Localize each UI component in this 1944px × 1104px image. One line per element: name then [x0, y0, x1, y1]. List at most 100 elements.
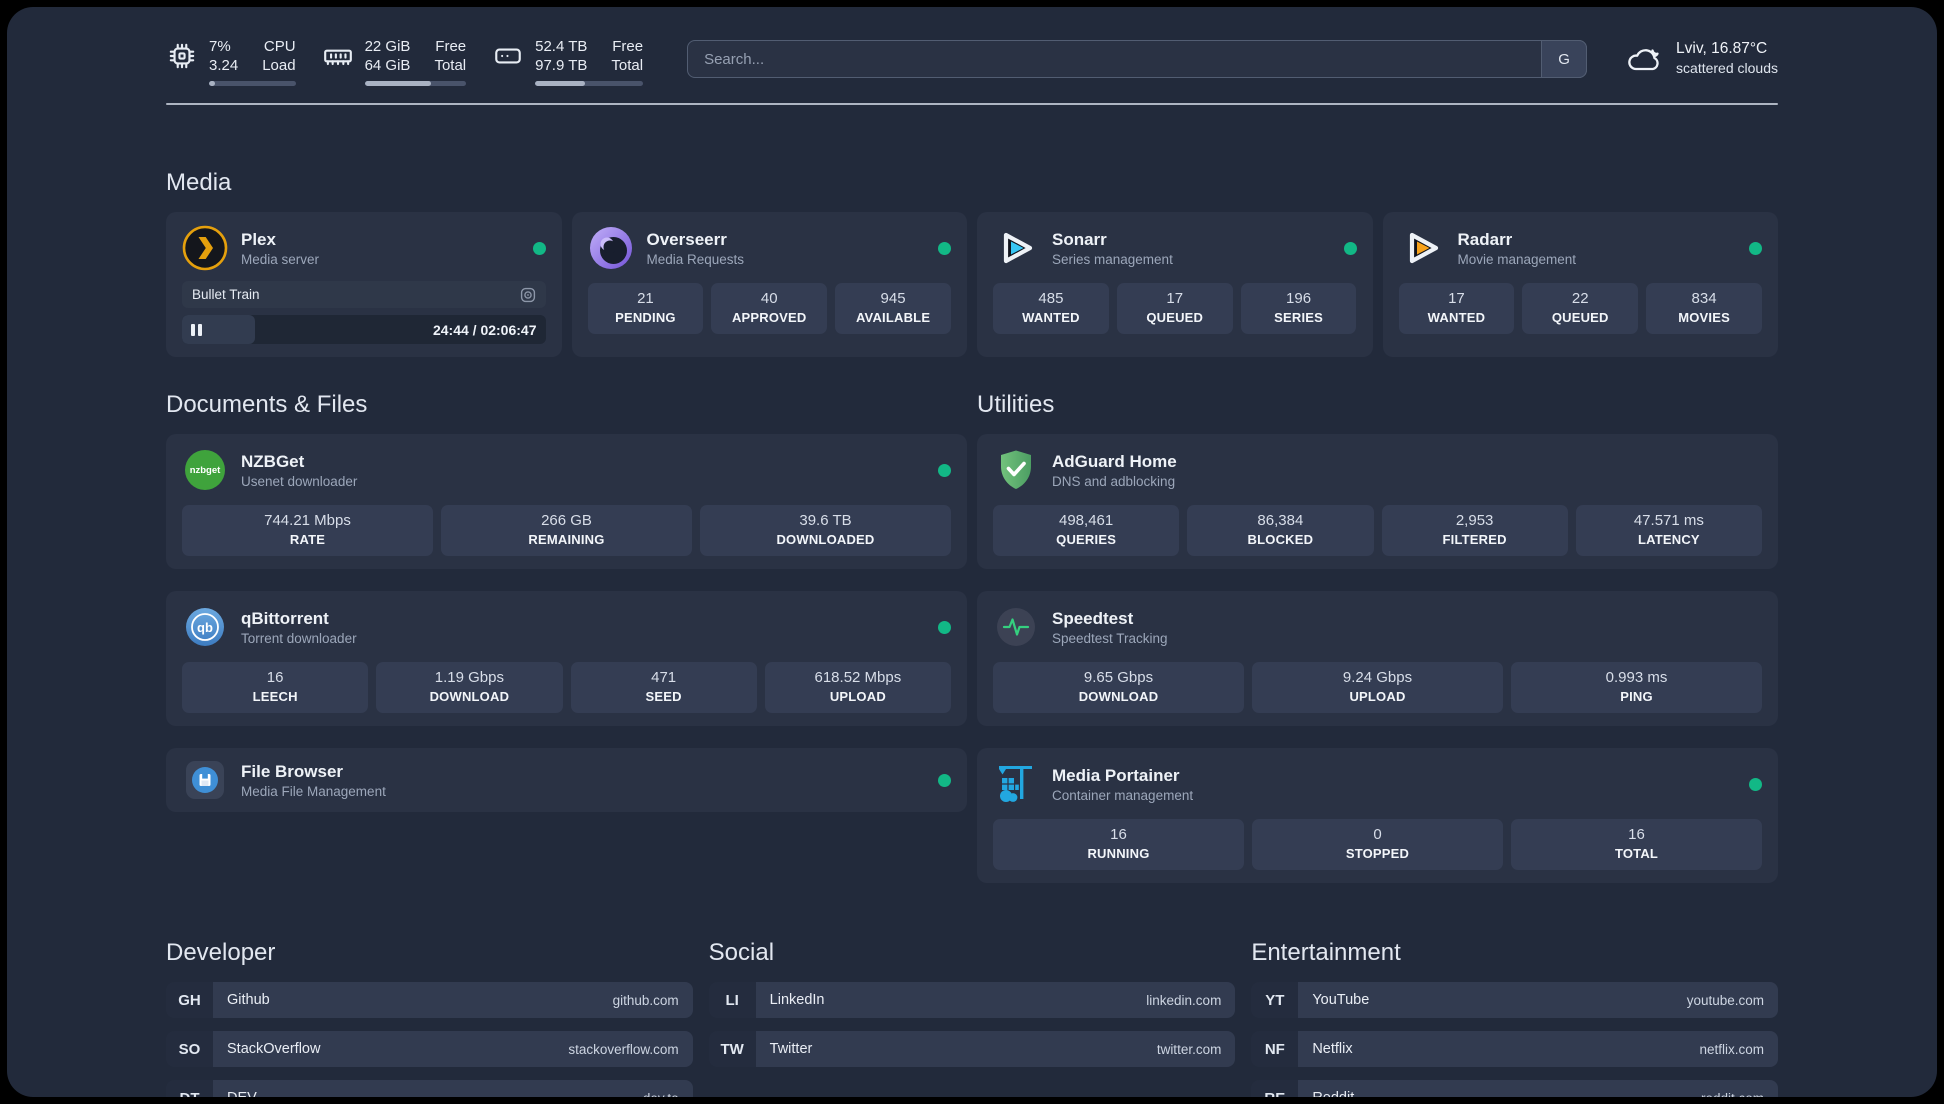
- stat-tile: 744.21 Mbps RATE: [182, 505, 433, 556]
- portainer-icon: [993, 761, 1039, 807]
- search-bar: G: [687, 40, 1588, 78]
- speedtest-card[interactable]: Speedtest Speedtest Tracking 9.65 Gbps D…: [977, 591, 1778, 726]
- adguard-name: AdGuard Home: [1052, 451, 1177, 471]
- stat-tile: 17 QUEUED: [1116, 283, 1233, 334]
- bookmark-abbr: GH: [166, 982, 213, 1018]
- bookmark-linkedin[interactable]: LI LinkedIn linkedin.com: [708, 982, 1236, 1018]
- bookmark-abbr: RE: [1251, 1080, 1299, 1097]
- filebrowser-status-dot: [938, 773, 951, 787]
- stat-tile: 485 WANTED: [993, 283, 1109, 334]
- portainer-name: Media Portainer: [1052, 765, 1180, 785]
- sonarr-card[interactable]: Sonarr Series management 485 WANTED 17 Q…: [977, 212, 1373, 357]
- stat-tile: 196 SERIES: [1240, 283, 1357, 334]
- bookmark-url: stackoverflow.com: [568, 1041, 679, 1057]
- stat-tile: 618.52 Mbps UPLOAD: [764, 662, 951, 713]
- pause-button[interactable]: [191, 323, 202, 336]
- overseerr-name: Overseerr: [646, 229, 727, 249]
- bookmark-twitter[interactable]: TW Twitter twitter.com: [708, 1031, 1236, 1067]
- radarr-card[interactable]: Radarr Movie management 17 WANTED 22 QUE…: [1382, 212, 1778, 357]
- speedtest-icon: [993, 604, 1039, 650]
- plex-desc: Media server: [241, 251, 320, 267]
- weather-widget: Lviv, 16.87°C scattered clouds: [1625, 39, 1778, 78]
- cpu-usage: 7%: [209, 38, 231, 55]
- cpu-load-label: Load: [262, 57, 296, 74]
- section-media: Media Plex Media server Bullet Train 24:…: [166, 169, 1778, 357]
- section-social: Social LI LinkedIn linkedin.com TW Twitt…: [708, 939, 1236, 1097]
- topbar: 7% 3.24 CPU Load 22 GiB 64 GiB Free Tota…: [166, 37, 1778, 86]
- header-divider: [166, 103, 1778, 105]
- session-icon: [520, 287, 536, 303]
- bookmark-dev[interactable]: DT DEV dev.to: [166, 1080, 693, 1097]
- stat-tile: 834 MOVIES: [1646, 283, 1762, 334]
- portainer-desc: Container management: [1052, 787, 1194, 803]
- search-input[interactable]: [687, 40, 1588, 78]
- overseerr-card[interactable]: Overseerr Media Requests 21 PENDING 40 A…: [571, 212, 967, 357]
- weather-location-temp: Lviv, 16.87°C: [1676, 40, 1768, 57]
- filebrowser-desc: Media File Management: [241, 783, 386, 799]
- disk-progress-bar: [535, 81, 644, 86]
- bookmark-url: github.com: [612, 992, 679, 1008]
- bookmark-name: Twitter: [769, 1041, 813, 1057]
- bookmark-abbr: YT: [1251, 982, 1299, 1018]
- bookmark-reddit[interactable]: RE Reddit reddit.com: [1251, 1080, 1778, 1097]
- stat-tile: 498,461 QUERIES: [993, 505, 1180, 556]
- bookmark-youtube[interactable]: YT YouTube youtube.com: [1251, 982, 1778, 1018]
- bookmark-name: Netflix: [1312, 1041, 1353, 1057]
- bookmark-github[interactable]: GH Github github.com: [166, 982, 693, 1018]
- bookmark-stackoverflow[interactable]: SO StackOverflow stackoverflow.com: [166, 1031, 693, 1067]
- filebrowser-name: File Browser: [241, 761, 344, 781]
- ram-free: 22 GiB: [364, 38, 411, 55]
- bookmark-url: youtube.com: [1686, 992, 1764, 1008]
- social-section-title: Social: [708, 939, 775, 966]
- svg-text:qb: qb: [197, 620, 213, 635]
- stat-tile: 1.19 Gbps DOWNLOAD: [376, 662, 563, 713]
- cpu-load-value: 3.24: [209, 57, 239, 74]
- speedtest-desc: Speedtest Tracking: [1052, 630, 1168, 646]
- stat-tile: 16 LEECH: [182, 662, 369, 713]
- stat-tile: 0 STOPPED: [1252, 819, 1503, 870]
- bookmark-name: DEV: [227, 1090, 633, 1097]
- radarr-desc: Movie management: [1457, 251, 1577, 267]
- bookmark-url: linkedin.com: [1146, 992, 1222, 1008]
- adguard-icon: [993, 447, 1039, 493]
- section-entertainment: Entertainment YT YouTube youtube.com NF …: [1251, 939, 1778, 1097]
- portainer-card[interactable]: Media Portainer Container management 16 …: [977, 748, 1778, 883]
- filebrowser-icon: [182, 757, 228, 803]
- qbittorrent-card[interactable]: qb qBittorrent Torrent downloader 16 LEE…: [166, 591, 967, 726]
- overseerr-icon: [588, 225, 634, 271]
- disk-free-label: Free: [612, 38, 644, 55]
- speedtest-name: Speedtest: [1052, 608, 1134, 628]
- weather-condition: scattered clouds: [1676, 60, 1778, 76]
- adguard-card[interactable]: AdGuard Home DNS and adblocking 498,461 …: [977, 434, 1778, 569]
- bookmark-name: LinkedIn: [769, 992, 825, 1008]
- nzbget-desc: Usenet downloader: [241, 473, 358, 489]
- portainer-status-dot: [1749, 777, 1762, 791]
- radarr-name: Radarr: [1457, 229, 1513, 249]
- filebrowser-card[interactable]: File Browser Media File Management: [166, 748, 967, 812]
- bookmark-netflix[interactable]: NF Netflix netflix.com: [1251, 1031, 1778, 1067]
- documents-section-title: Documents & Files: [166, 391, 368, 418]
- stat-tile: 471 SEED: [570, 662, 757, 713]
- stat-tile: 22 QUEUED: [1522, 283, 1639, 334]
- bookmark-abbr: LI: [708, 982, 756, 1018]
- sonarr-desc: Series management: [1052, 251, 1173, 267]
- cpu-label: CPU: [263, 38, 296, 55]
- entertainment-section-title: Entertainment: [1251, 939, 1401, 966]
- stat-tile: 266 GB REMAINING: [441, 505, 692, 556]
- qbittorrent-name: qBittorrent: [241, 608, 329, 628]
- plex-card[interactable]: Plex Media server Bullet Train 24:44 / 0…: [166, 212, 562, 357]
- stat-tile: 2,953 FILTERED: [1381, 505, 1568, 556]
- nzbget-status-dot: [938, 463, 951, 477]
- bookmark-name: Reddit: [1312, 1090, 1691, 1097]
- plex-status-dot: [532, 241, 546, 255]
- bookmark-url: netflix.com: [1699, 1041, 1764, 1057]
- cpu-icon: [166, 40, 198, 72]
- overseerr-desc: Media Requests: [646, 251, 745, 267]
- qbittorrent-status-dot: [938, 620, 951, 634]
- search-engine-button[interactable]: G: [1541, 40, 1588, 78]
- bookmark-name: Github: [227, 992, 270, 1008]
- nzbget-card[interactable]: nzbget NZBGet Usenet downloader 744.21 M…: [166, 434, 967, 569]
- bookmark-abbr: DT: [166, 1080, 213, 1097]
- playback-progress: 24:44 / 02:06:47: [182, 315, 546, 344]
- adguard-desc: DNS and adblocking: [1052, 473, 1176, 489]
